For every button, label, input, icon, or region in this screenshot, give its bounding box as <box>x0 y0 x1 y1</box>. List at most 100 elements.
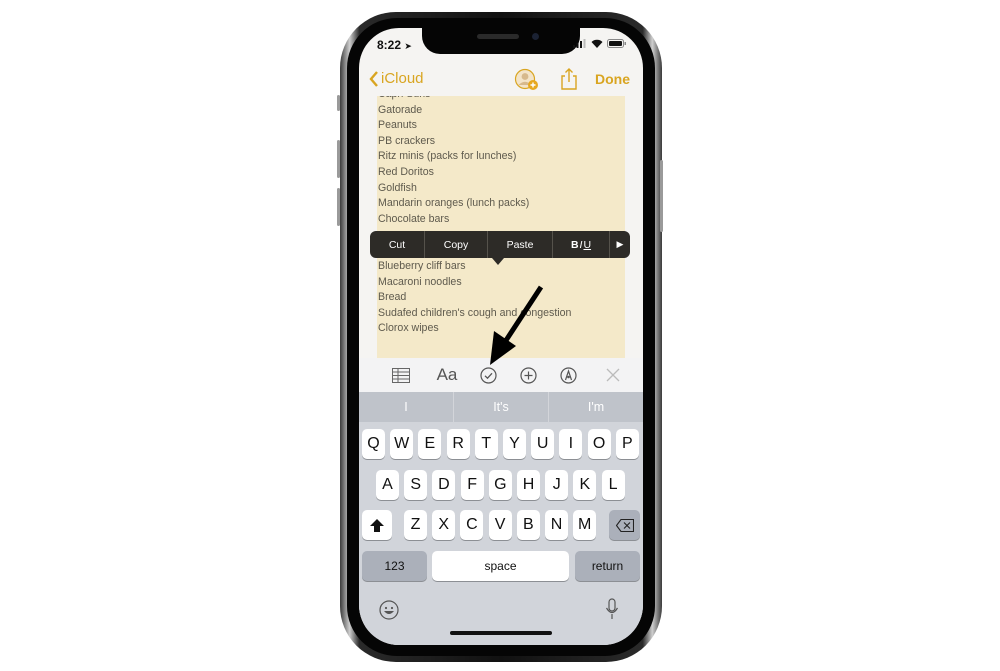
note-line[interactable]: Bread <box>377 290 571 306</box>
key-r[interactable]: R <box>446 429 470 459</box>
close-toolbar-button[interactable] <box>602 365 624 385</box>
wifi-icon <box>591 39 603 48</box>
done-button[interactable]: Done <box>595 71 630 87</box>
share-icon <box>561 68 577 90</box>
volume-down-button <box>337 188 340 226</box>
space-key[interactable]: space <box>432 551 569 581</box>
front-camera <box>532 33 539 40</box>
dictation-button[interactable] <box>605 598 619 625</box>
note-lines-top: Capri Suns Gatorade Peanuts PB crackers … <box>377 96 625 227</box>
delete-key[interactable] <box>609 510 640 540</box>
location-arrow-icon: ➤ <box>404 41 412 51</box>
key-d[interactable]: D <box>432 470 456 500</box>
battery-icon <box>607 39 626 48</box>
key-m[interactable]: M <box>573 510 597 540</box>
note-line[interactable]: Gatorade <box>377 103 625 119</box>
key-q[interactable]: Q <box>362 429 385 459</box>
key-j[interactable]: J <box>545 470 569 500</box>
time-text: 8:22 <box>377 38 402 52</box>
key-z[interactable]: Z <box>404 510 427 540</box>
plus-circle-icon <box>519 366 537 384</box>
emoji-icon <box>379 600 399 620</box>
paste-button[interactable]: Paste <box>488 231 553 258</box>
key-c[interactable]: C <box>460 510 484 540</box>
volume-up-button <box>337 140 340 178</box>
markup-button[interactable] <box>557 365 579 385</box>
more-menu-button[interactable]: ▶ <box>610 231 630 258</box>
note-line[interactable]: Goldfish <box>377 181 625 197</box>
keyboard: I It's I'm QWERTYUIOP ASDFGHJKL ZXCVBNM … <box>359 392 643 645</box>
key-g[interactable]: G <box>488 470 512 500</box>
key-p[interactable]: P <box>615 429 639 459</box>
key-b[interactable]: B <box>516 510 540 540</box>
cut-button[interactable]: Cut <box>370 231 425 258</box>
notch <box>422 28 580 54</box>
key-n[interactable]: N <box>545 510 568 540</box>
key-k[interactable]: K <box>573 470 597 500</box>
key-t[interactable]: T <box>474 429 498 459</box>
back-button[interactable]: iCloud <box>369 70 424 87</box>
format-button[interactable]: BIU <box>553 231 610 258</box>
numbers-key[interactable]: 123 <box>362 551 427 581</box>
suggestion[interactable]: I'm <box>549 392 643 422</box>
emoji-button[interactable] <box>379 600 399 625</box>
note-lines-bottom: Blueberry cliff bars Macaroni noodles Br… <box>377 259 571 337</box>
key-w[interactable]: W <box>390 429 414 459</box>
play-right-icon: ▶ <box>616 239 624 249</box>
note-line[interactable]: Peanuts <box>377 118 625 134</box>
table-button[interactable] <box>390 365 412 385</box>
status-time: 8:22 ➤ <box>377 38 412 52</box>
add-button[interactable] <box>517 365 539 385</box>
key-a[interactable]: A <box>376 470 399 500</box>
underline-label: U <box>583 238 592 251</box>
suggestion[interactable]: I <box>359 392 454 422</box>
checklist-button[interactable] <box>477 365 499 385</box>
chevron-left-icon <box>369 70 378 87</box>
suggestion[interactable]: It's <box>454 392 549 422</box>
note-line[interactable]: Sudafed children's cough and congestion <box>377 306 571 322</box>
key-s[interactable]: S <box>404 470 428 500</box>
note-line[interactable]: Capri Suns <box>377 96 625 103</box>
return-key[interactable]: return <box>575 551 640 581</box>
key-o[interactable]: O <box>587 429 611 459</box>
key-f[interactable]: F <box>460 470 484 500</box>
key-h[interactable]: H <box>517 470 540 500</box>
note-line[interactable]: Ritz minis (packs for lunches) <box>377 149 625 165</box>
note-line[interactable]: Clorox wipes <box>377 321 571 337</box>
predictive-bar: I It's I'm <box>359 392 643 422</box>
phone-screen: 8:22 ➤ iCloud Done Gatorade Peanuts PB c… <box>359 28 643 645</box>
key-e[interactable]: E <box>418 429 442 459</box>
note-line[interactable]: Mandarin oranges (lunch packs) <box>377 196 625 212</box>
table-icon <box>392 367 410 383</box>
home-indicator[interactable] <box>450 631 552 635</box>
speaker <box>477 34 519 39</box>
note-line[interactable]: Macaroni noodles <box>377 275 571 291</box>
share-button[interactable] <box>560 68 578 95</box>
back-label: iCloud <box>381 70 424 87</box>
edit-menu: Cut Copy Paste BIU ▶ <box>370 231 630 258</box>
add-people-button[interactable] <box>514 68 540 97</box>
copy-button[interactable]: Copy <box>425 231 488 258</box>
key-v[interactable]: V <box>488 510 512 540</box>
note-line[interactable]: PB crackers <box>377 134 625 150</box>
nav-bar: iCloud Done <box>359 66 643 94</box>
key-x[interactable]: X <box>432 510 456 540</box>
key-l[interactable]: L <box>601 470 625 500</box>
add-person-icon <box>514 68 538 90</box>
key-y[interactable]: Y <box>503 429 526 459</box>
note-body[interactable]: Capri Suns Gatorade Peanuts PB crackers … <box>377 96 625 358</box>
cellular-signal-icon <box>573 39 586 48</box>
microphone-icon <box>605 598 619 619</box>
bold-label: B <box>570 238 579 251</box>
note-line[interactable]: Red Doritos <box>377 165 625 181</box>
note-line[interactable]: Chocolate bars <box>377 212 625 228</box>
key-u[interactable]: U <box>531 429 555 459</box>
text-format-button[interactable]: Aa <box>434 365 460 385</box>
markup-pen-icon <box>559 366 577 384</box>
shift-key[interactable] <box>362 510 392 540</box>
edit-menu-pointer <box>492 258 504 265</box>
note-line[interactable]: Blueberry cliff bars <box>377 259 571 275</box>
key-i[interactable]: I <box>559 429 583 459</box>
power-button <box>660 160 663 232</box>
status-icons <box>573 39 627 48</box>
